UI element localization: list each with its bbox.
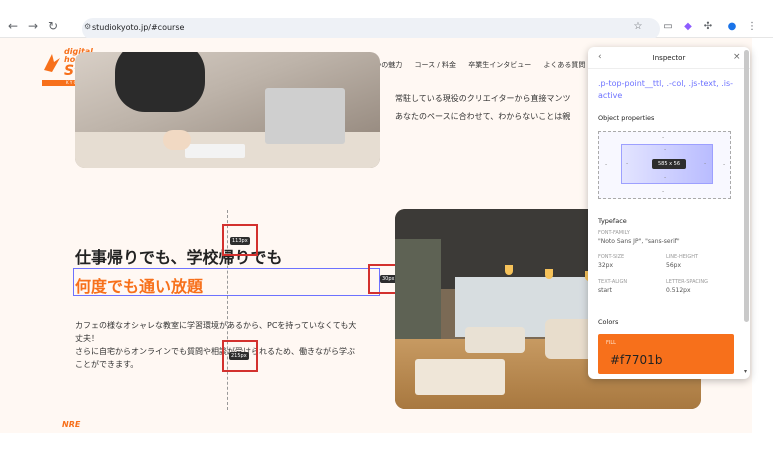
inspector-scrollbar[interactable] [744, 50, 749, 322]
inspector-title: Inspector [652, 54, 686, 62]
top-text-line-2: あなたのペースに合わせて、わからないことは親 [395, 112, 571, 121]
font-size-label: FONT-SIZE [598, 254, 625, 260]
point-heading-accent: 何度でも通い放題 [75, 277, 204, 296]
cast-icon[interactable]: ▭ [662, 21, 674, 33]
puzzle-icon[interactable]: ✣ [702, 21, 714, 33]
measure-label-bottom: 215px [229, 352, 249, 360]
url-text: studiokyoto.jp/#course [92, 23, 185, 32]
line-height-value: 56px [666, 262, 681, 269]
box-size-chip: 585 x 56 [652, 159, 686, 169]
text-align-label: TEXT-ALIGN [598, 279, 628, 285]
next-section-label: NRE [62, 420, 81, 429]
browser-toolbar: ← → ↻ ⚙ studiokyoto.jp/#course ☆ ▭ ◆ ✣ ●… [0, 0, 773, 40]
extension-icon[interactable]: ◆ [682, 21, 694, 33]
font-family-label: FONT-FAMILY [598, 230, 630, 236]
letter-spacing-value: 0.512px [666, 287, 691, 294]
measure-label-top: 113px [230, 237, 250, 245]
close-icon[interactable]: × [733, 52, 741, 62]
inspector-panel: ‹ Inspector × .p-top-point__ttl, .-col, … [588, 47, 750, 379]
fill-label: FILL [606, 340, 616, 346]
arrow-left-icon[interactable]: ← [6, 19, 20, 33]
letter-spacing-label: LETTER-SPACING [666, 279, 708, 285]
nav-item-course[interactable]: コース / 料金 [415, 61, 456, 69]
nav-item-interview[interactable]: 卒業生インタビュー [468, 61, 531, 69]
logo-mark-icon [44, 54, 60, 72]
font-family-value: "Noto Sans JP", "sans-serif" [598, 238, 680, 245]
fill-value: #f7701b [610, 353, 663, 367]
site-info-icon[interactable]: ⚙ [84, 22, 91, 31]
text-align-value: start [598, 287, 612, 294]
star-icon[interactable]: ☆ [632, 21, 644, 33]
profile-icon[interactable]: ● [726, 21, 738, 33]
scroll-down-icon[interactable]: ▾ [744, 368, 747, 375]
colors-label: Colors [598, 318, 619, 326]
css-selector: .p-top-point__ttl, .-col, .js-text, .is-… [598, 79, 734, 100]
inspector-header: ‹ Inspector × [588, 47, 750, 69]
line-height-label: LINE-HEIGHT [666, 254, 699, 260]
typeface-label: Typeface [598, 217, 627, 225]
object-properties-label: Object properties [598, 114, 655, 122]
reload-icon[interactable]: ↻ [46, 19, 60, 33]
box-model-diagram: - - - - - - - - 585 x 56 [598, 131, 731, 199]
font-size-value: 32px [598, 262, 613, 269]
top-text-line-1: 常駐している現役のクリエイターから直接マンツ [395, 94, 571, 103]
fill-color-swatch[interactable]: FILL #f7701b [598, 334, 734, 374]
menu-icon[interactable]: ⋮ [746, 21, 758, 33]
classroom-photo [75, 52, 380, 168]
arrow-right-icon[interactable]: → [26, 19, 40, 33]
nav-item-faq[interactable]: よくある質問 [543, 61, 585, 69]
